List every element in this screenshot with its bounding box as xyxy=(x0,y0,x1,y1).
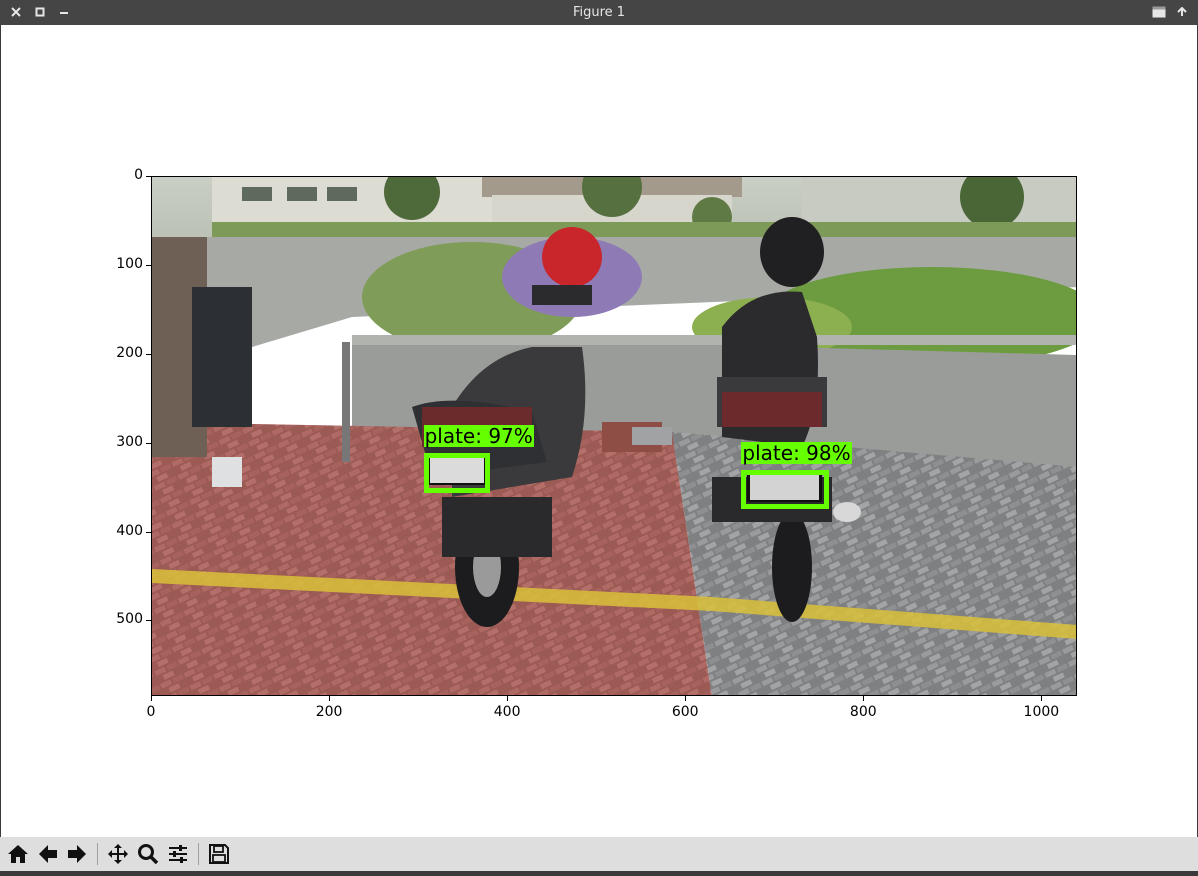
y-tick-mark xyxy=(146,531,151,533)
x-tick-label: 0 xyxy=(146,704,156,720)
window-titlebar: Figure 1 xyxy=(0,0,1198,25)
plate-detection-box-2 xyxy=(741,470,829,510)
y-tick-mark xyxy=(146,264,151,266)
plate-detection-label-2: plate: 98% xyxy=(741,441,852,466)
window-title: Figure 1 xyxy=(572,5,626,20)
x-tick-label: 800 xyxy=(849,704,877,720)
zoom-icon[interactable] xyxy=(135,841,161,867)
save-icon[interactable] xyxy=(206,841,232,867)
window-bottom-border xyxy=(0,871,1198,876)
plate-detection-box-1 xyxy=(423,452,491,493)
keep-above-icon[interactable] xyxy=(1175,5,1189,19)
y-tick-mark xyxy=(146,176,151,177)
x-tick-mark xyxy=(507,696,509,701)
toolbar-separator xyxy=(97,843,98,865)
image-axes[interactable]: plate: 97% plate: 98% xyxy=(151,176,1077,696)
y-tick-label: 500 xyxy=(116,611,143,628)
x-tick-label: 400 xyxy=(493,704,521,720)
y-tick-label: 100 xyxy=(116,255,143,272)
x-tick-label: 1000 xyxy=(1023,704,1060,720)
pan-icon[interactable] xyxy=(105,841,131,867)
y-tick-label: 400 xyxy=(116,522,143,539)
y-tick-label: 200 xyxy=(116,344,143,361)
home-icon[interactable] xyxy=(5,841,31,867)
forward-icon[interactable] xyxy=(64,841,90,867)
y-tick-label: 0 xyxy=(134,167,143,183)
plate-detection-label-1: plate: 97% xyxy=(423,423,534,448)
window-menu-icon[interactable] xyxy=(1151,5,1167,19)
configure-subplots-icon[interactable] xyxy=(165,841,191,867)
x-tick-mark xyxy=(329,696,331,701)
x-tick-label: 200 xyxy=(315,704,343,720)
y-tick-mark xyxy=(146,353,151,355)
y-tick-mark xyxy=(146,442,151,444)
x-tick-label: 600 xyxy=(671,704,699,720)
x-tick-mark xyxy=(863,696,865,701)
y-tick-label: 300 xyxy=(116,433,143,450)
x-tick-mark xyxy=(1041,696,1043,701)
x-tick-mark xyxy=(151,696,152,701)
back-icon[interactable] xyxy=(35,841,61,867)
x-tick-mark xyxy=(685,696,687,701)
toolbar-separator xyxy=(198,843,199,865)
navigation-toolbar xyxy=(0,837,1198,871)
y-tick-mark xyxy=(146,620,151,622)
photo-motorcycles xyxy=(152,177,1076,695)
